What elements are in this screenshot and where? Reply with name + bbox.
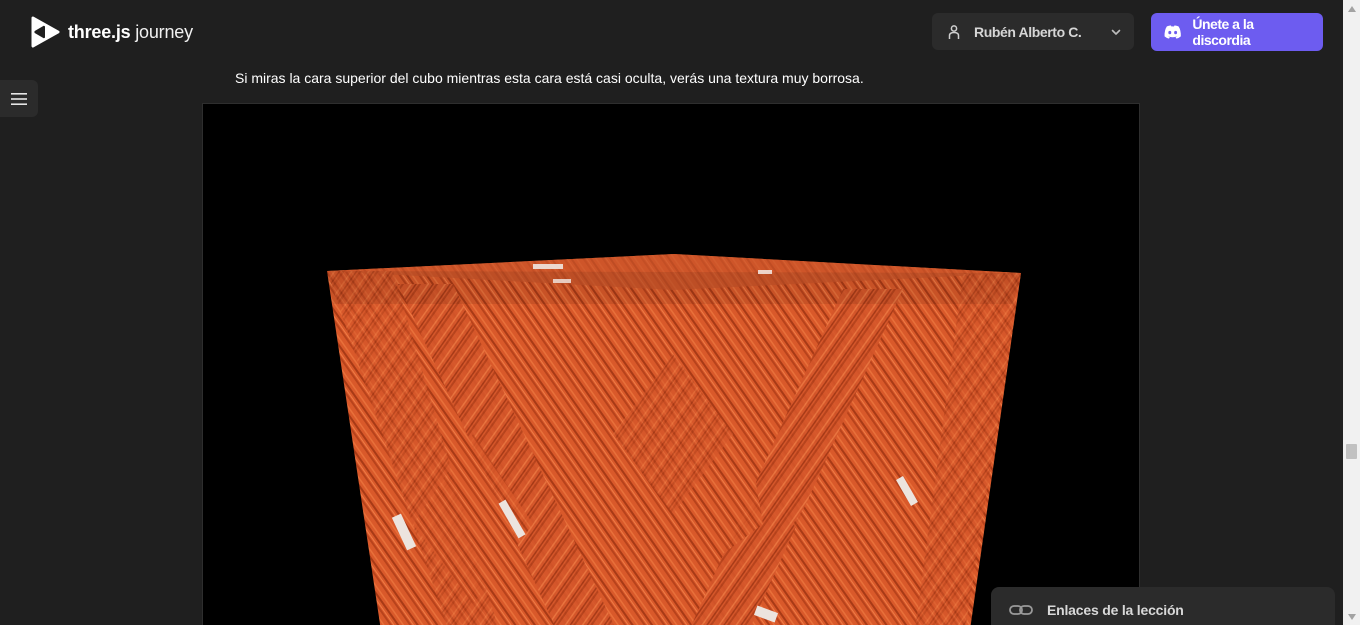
- scroll-up-button[interactable]: [1343, 0, 1360, 17]
- arrow-up-icon: [1347, 5, 1356, 12]
- textured-cube: [327, 254, 1021, 625]
- sidebar-toggle-button[interactable]: [0, 80, 38, 117]
- user-menu-button[interactable]: Rubén Alberto C.: [932, 13, 1134, 50]
- logo-text: three.js journey: [68, 22, 193, 43]
- discord-icon: [1164, 25, 1181, 39]
- user-icon: [948, 24, 960, 39]
- arrow-down-icon: [1347, 613, 1356, 620]
- webgl-canvas[interactable]: [202, 103, 1140, 625]
- user-name: Rubén Alberto C.: [974, 23, 1082, 40]
- page: three.js journey Rubén Alberto C. Únete …: [0, 0, 1360, 625]
- chevron-down-icon: [1111, 29, 1121, 35]
- site-logo[interactable]: three.js journey: [30, 16, 193, 48]
- page-scrollbar[interactable]: [1343, 0, 1360, 625]
- link-icon: [1009, 604, 1033, 615]
- join-discord-label: Únete a la discordia: [1192, 16, 1254, 48]
- lesson-paragraph: Si miras la cara superior del cubo mient…: [235, 70, 864, 86]
- lesson-links-label: Enlaces de la lección: [1047, 601, 1184, 618]
- logo-text-light: journey: [130, 21, 193, 42]
- join-discord-button[interactable]: Únete a la discordia: [1151, 13, 1323, 51]
- logo-text-bold: three.js: [68, 21, 131, 42]
- scroll-thumb[interactable]: [1346, 444, 1357, 459]
- hamburger-icon: [11, 92, 27, 105]
- lesson-links-button[interactable]: Enlaces de la lección: [991, 587, 1335, 625]
- threejs-logo-icon: [31, 16, 60, 48]
- scroll-down-button[interactable]: [1343, 608, 1360, 625]
